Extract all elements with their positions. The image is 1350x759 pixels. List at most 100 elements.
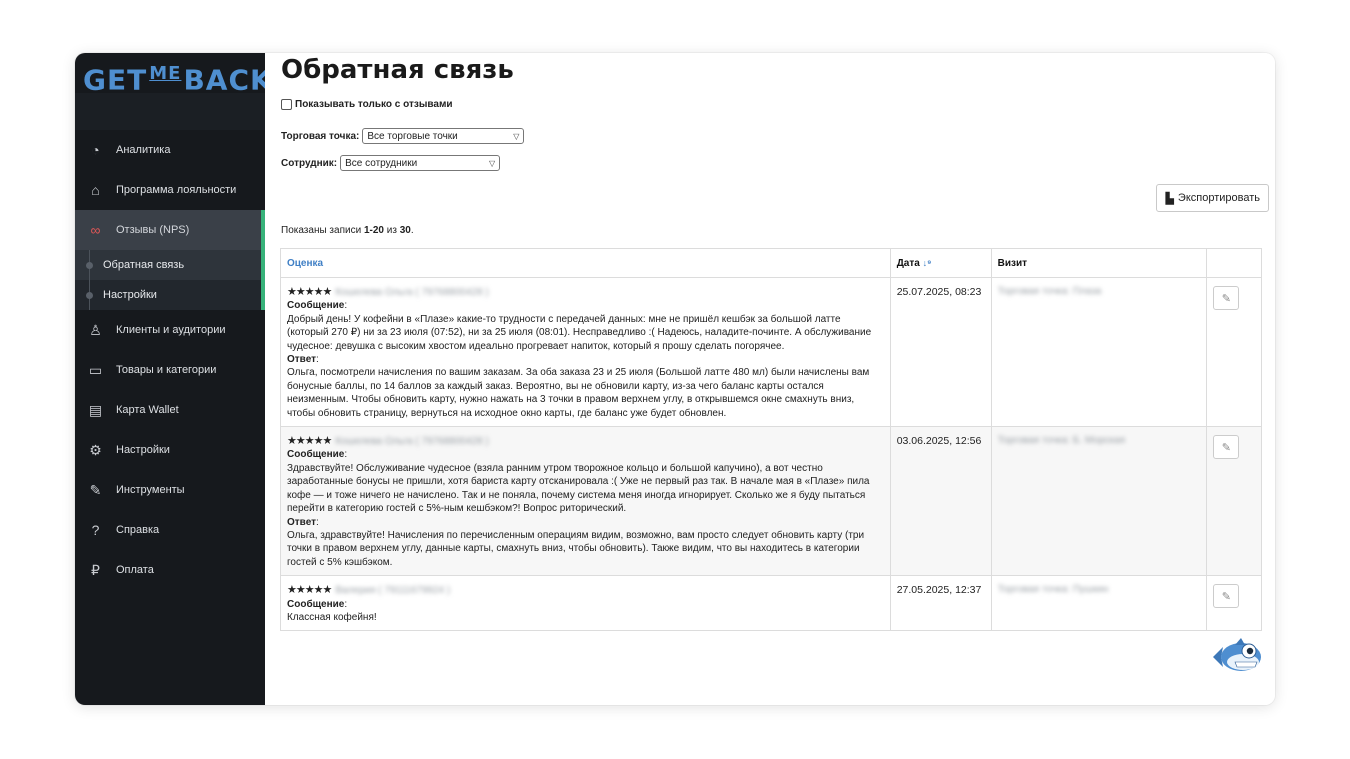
sidebar-item[interactable]: ♙ Клиенты и аудитории xyxy=(75,310,265,350)
answer-label: Ответ xyxy=(287,516,317,528)
review-cell: ★★★★★ Кошелева Ольга ( 79768800428 ) Сообщ… xyxy=(280,426,891,577)
sidebar-item[interactable]: ₽ Оплата xyxy=(75,550,265,590)
clients-icon: ♙ xyxy=(89,321,102,338)
main-content: Обратная связь Показывать только с отзыв… xyxy=(265,53,1275,705)
sort-icon[interactable]: ↓⁹ xyxy=(923,258,932,268)
download-icon: ▙ xyxy=(1165,192,1174,205)
review-cell: ★★★★★ Кошелева Ольга ( 79768800428 ) Сообщ… xyxy=(280,276,891,428)
records-range: 1-20 xyxy=(363,225,384,236)
only-with-reviews-filter[interactable]: Показывать только с отзывами xyxy=(281,99,453,110)
records-mid: из xyxy=(383,225,400,236)
sidebar-item[interactable]: ◔ Аналитика xyxy=(75,130,265,170)
visit-cell: Торговая точка: Пушкин xyxy=(990,575,1208,632)
date-cell: 27.05.2025, 12:37 xyxy=(889,575,992,632)
payment-icon: ₽ xyxy=(91,561,100,578)
date-cell: 25.07.2025, 08:23 xyxy=(889,276,992,428)
mascot-fish-icon[interactable] xyxy=(1211,637,1263,675)
answer-text: Ольга, посмотрели начисления по вашим за… xyxy=(287,367,870,419)
edit-button[interactable]: ✎ xyxy=(1213,286,1240,310)
sidebar-item-label: Настройки xyxy=(116,444,170,456)
sidebar-item-label: Программа лояльности xyxy=(116,184,237,196)
logo-text-left: GET xyxy=(83,63,148,93)
outlet-label: Торговая точка: xyxy=(281,130,360,142)
help-icon: ? xyxy=(91,522,100,538)
visit-cell: Торговая точка: Б. Морская xyxy=(990,426,1208,577)
review-header: ★★★★★ Валерия ( 79111679924 ) xyxy=(287,584,884,597)
review-author: Валерия ( 79111679924 ) xyxy=(335,585,451,597)
review-header: ★★★★★ Кошелева Ольга ( 79768800428 ) xyxy=(287,435,884,448)
answer-label-line: Ответ: xyxy=(287,354,319,366)
sidebar-item-label: Справка xyxy=(116,524,160,536)
outlet-select[interactable]: Все торговые точки ▽ xyxy=(362,128,525,144)
message-label: Сообщение xyxy=(287,449,345,461)
table-row: ★★★★★ Кошелева Ольга ( 79768800428 ) Сообщ… xyxy=(280,276,1262,428)
message-text: Классная кофейня! xyxy=(287,611,377,623)
table-row: ★★★★★ Валерия ( 79111679924 ) Сообщение: Кл… xyxy=(280,575,1262,632)
sidebar-item[interactable]: ⚙ Настройки xyxy=(75,430,265,470)
column-header-actions xyxy=(1206,248,1262,278)
message-label: Сообщение xyxy=(287,598,345,610)
message-text: Добрый день! У кофейни в «Плазе» какие-т… xyxy=(287,313,872,352)
home-icon: ⌂ xyxy=(91,182,100,198)
logo-band xyxy=(75,93,265,130)
column-header-score[interactable]: Оценка xyxy=(280,248,891,278)
records-prefix: Показаны записи xyxy=(281,225,364,236)
pencil-icon: ✎ xyxy=(1221,590,1231,603)
sidebar-item[interactable]: ▤ Карта Wallet xyxy=(75,390,265,430)
sidebar-item-label: Отзывы (NPS) xyxy=(116,224,190,236)
rating-stars: ★★★★★ xyxy=(287,286,332,298)
reviews-icon: ∞ xyxy=(90,222,101,238)
sidebar-item[interactable]: ▭ Товары и категории xyxy=(75,350,265,390)
chevron-down-icon: ▽ xyxy=(488,158,496,168)
chevron-down-icon: ▽ xyxy=(513,131,520,141)
logo-text-right: BACK xyxy=(183,63,265,93)
visit-value: Торговая точка: Пушкин xyxy=(997,584,1109,596)
outlet-select-value: Все торговые точки xyxy=(367,130,458,142)
sidebar-subitem[interactable]: Настройки xyxy=(75,280,265,310)
column-header-score-label: Оценка xyxy=(287,257,324,269)
sidebar-subitem-label: Настройки xyxy=(103,289,157,301)
logo-text-me: ME xyxy=(149,63,182,84)
column-header-date-label: Дата xyxy=(896,257,920,269)
export-button[interactable]: ▙ Экспортировать xyxy=(1156,184,1269,212)
sidebar-item-label: Оплата xyxy=(116,564,154,576)
sidebar-item[interactable]: ✎ Инструменты xyxy=(75,470,265,510)
records-total: 30 xyxy=(399,225,411,236)
column-header-visit-label: Визит xyxy=(997,257,1027,269)
employee-select[interactable]: Все сотрудники ▽ xyxy=(340,155,501,171)
analytics-icon: ◔ xyxy=(91,142,100,158)
employee-label: Сотрудник: xyxy=(281,157,338,169)
only-with-reviews-checkbox[interactable] xyxy=(281,99,292,110)
sidebar-item-label: Карта Wallet xyxy=(116,404,179,416)
edit-button[interactable]: ✎ xyxy=(1213,584,1240,609)
edit-cell: ✎ xyxy=(1206,426,1262,577)
sidebar-item[interactable]: ∞ Отзывы (NPS) xyxy=(75,210,265,250)
edit-button[interactable]: ✎ xyxy=(1213,435,1240,460)
column-header-date[interactable]: Дата ↓⁹ xyxy=(889,248,992,278)
visit-cell: Торговая точка: Плаза xyxy=(990,276,1208,428)
message-label-line: Сообщение: xyxy=(287,598,348,610)
only-with-reviews-label: Показывать только с отзывами xyxy=(295,99,453,110)
message-label-line: Сообщение: xyxy=(287,300,348,312)
logo[interactable]: GET MEBACK xyxy=(75,53,265,93)
pencil-icon: ✎ xyxy=(1221,292,1231,305)
sidebar-item[interactable]: ⌂ Программа лояльности xyxy=(75,170,265,210)
sidebar-nav: ◔ Аналитика ⌂ Программа лояльности ∞ Отзывы (… xyxy=(75,130,265,590)
app-window: GET MEBACK ◔ Аналитика ⌂ Программа лояльност… xyxy=(75,53,1275,705)
sidebar-item[interactable]: ? Справка xyxy=(75,510,265,550)
bullet-icon xyxy=(86,261,93,269)
review-author: Кошелева Ольга ( 79768800428 ) xyxy=(335,436,489,448)
feedback-table: Оценка Дата ↓⁹ Визит ★★★★★ Кошелева Ольга… xyxy=(280,248,1262,632)
outlet-filter: Торговая точка: Все торговые точки ▽ xyxy=(281,128,525,144)
employee-select-value: Все сотрудники xyxy=(345,157,418,169)
sidebar-item-label: Аналитика xyxy=(116,144,171,156)
message-text: Здравствуйте! Обслуживание чудесное (взя… xyxy=(287,462,870,515)
page-title: Обратная связь xyxy=(281,55,514,85)
visit-value: Торговая точка: Б. Морская xyxy=(997,435,1125,447)
export-button-label: Экспортировать xyxy=(1177,192,1260,204)
visit-value: Торговая точка: Плаза xyxy=(997,286,1102,297)
message-label: Сообщение xyxy=(287,300,345,312)
sidebar-subitem[interactable]: Обратная связь xyxy=(75,250,265,280)
table-row: ★★★★★ Кошелева Ольга ( 79768800428 ) Сообщ… xyxy=(280,426,1262,577)
table-header-row: Оценка Дата ↓⁹ Визит xyxy=(280,248,1262,278)
